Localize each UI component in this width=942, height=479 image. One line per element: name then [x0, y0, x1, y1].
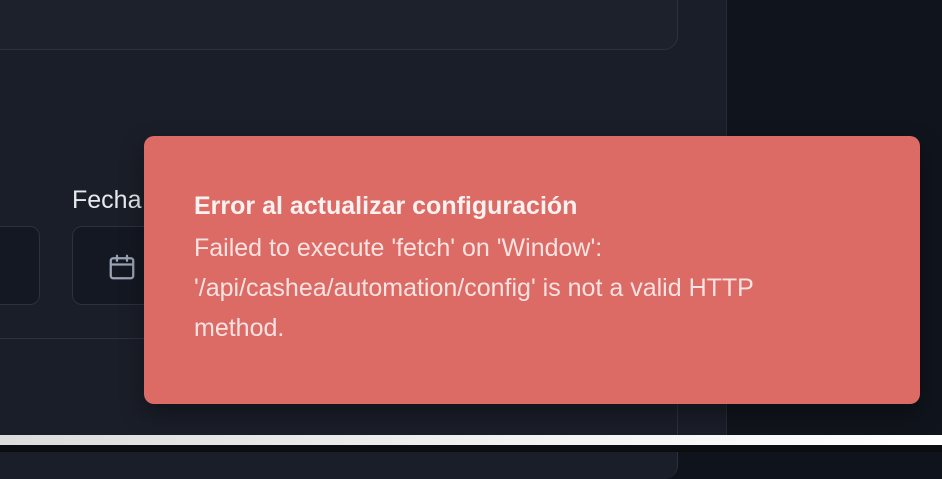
- top-card: [0, 0, 678, 50]
- bottom-edge: [0, 445, 942, 452]
- toast-title: Error al actualizar configuración: [194, 192, 578, 220]
- left-input-field[interactable]: [0, 226, 40, 305]
- error-toast[interactable]: Error al actualizar configuración Failed…: [144, 136, 920, 404]
- bottom-strip: [0, 435, 942, 445]
- date-label: Fecha: [72, 186, 142, 214]
- calendar-icon: [109, 254, 135, 280]
- toast-message: Failed to execute 'fetch' on 'Window': '…: [194, 234, 754, 342]
